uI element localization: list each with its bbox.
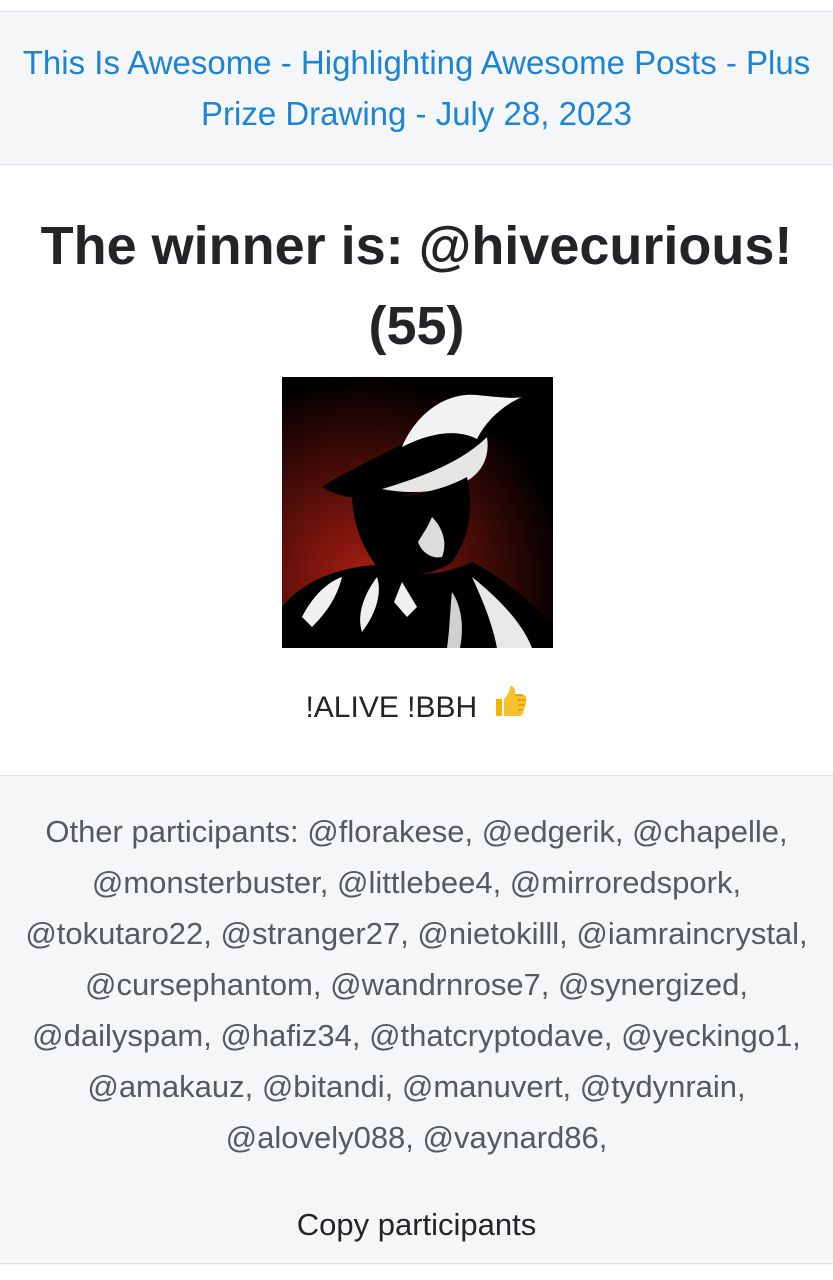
participants-list: Other participants: @florakese, @edgerik… bbox=[25, 814, 808, 1155]
thumbs-up-icon bbox=[492, 683, 528, 735]
post-title-link[interactable]: This Is Awesome - Highlighting Awesome P… bbox=[22, 37, 812, 139]
copy-participants-button[interactable]: Copy participants bbox=[0, 1186, 833, 1264]
participants-panel: Other participants: @florakese, @edgerik… bbox=[0, 775, 833, 1265]
raffle-result-page: This Is Awesome - Highlighting Awesome P… bbox=[0, 0, 833, 1280]
post-header: This Is Awesome - Highlighting Awesome P… bbox=[0, 11, 833, 165]
commands-text: !ALIVE !BBH bbox=[305, 691, 478, 724]
winner-avatar bbox=[282, 377, 553, 648]
bot-commands: !ALIVE !BBH bbox=[0, 683, 833, 735]
detective-avatar-icon bbox=[282, 377, 553, 648]
winner-heading: The winner is: @hivecurious! (55) bbox=[40, 216, 793, 356]
